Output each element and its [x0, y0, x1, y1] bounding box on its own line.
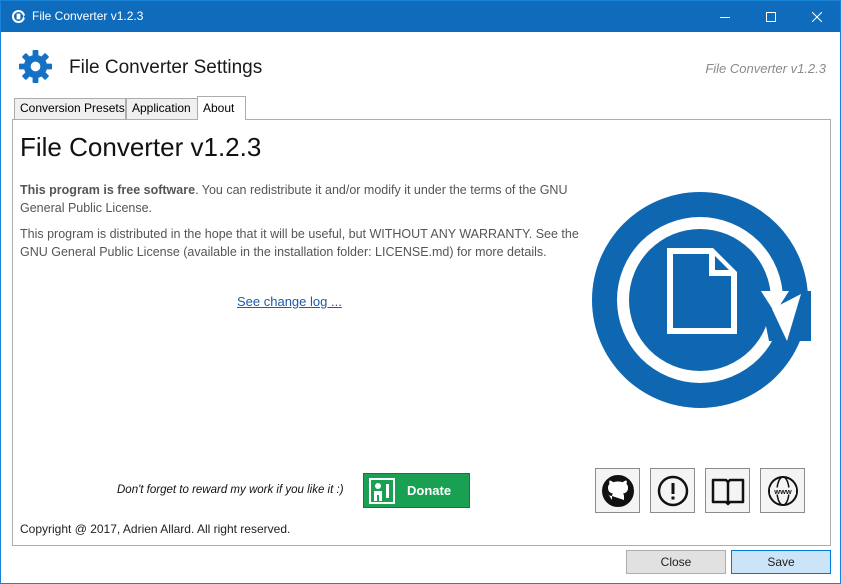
close-window-button[interactable] — [794, 1, 840, 32]
close-button[interactable]: Close — [626, 550, 726, 574]
tab-conversion-presets[interactable]: Conversion Presets — [14, 98, 126, 119]
window-title: File Converter v1.2.3 — [32, 9, 144, 23]
copyright-text: Copyright @ 2017, Adrien Allard. All rig… — [20, 522, 291, 536]
main-window: File Converter v1.2.3 File Converter Set… — [0, 0, 841, 584]
website-icon: www — [767, 475, 798, 506]
donate-icon — [369, 477, 395, 504]
reward-text: Don't forget to reward my work if you li… — [117, 484, 344, 496]
donate-button[interactable]: Donate — [363, 473, 470, 508]
tab-application[interactable]: Application — [126, 98, 198, 119]
about-title: File Converter v1.2.3 — [20, 132, 262, 162]
license-paragraph: This program is free software. You can r… — [20, 182, 580, 217]
minimize-icon — [720, 16, 730, 18]
header-version-label: File Converter v1.2.3 — [705, 61, 826, 76]
minimize-button[interactable] — [702, 1, 748, 32]
changelog-link[interactable]: See change log ... — [237, 294, 342, 309]
file-converter-logo-icon — [592, 192, 811, 408]
page-title: File Converter Settings — [69, 57, 263, 78]
issue-icon — [657, 475, 688, 506]
documentation-icon — [711, 478, 744, 505]
gear-icon — [18, 49, 53, 84]
website-button[interactable]: www — [760, 468, 805, 513]
app-logo-icon — [11, 9, 26, 24]
maximize-button[interactable] — [748, 1, 794, 32]
license-bold-text: This program is free software — [20, 183, 196, 197]
documentation-button[interactable] — [705, 468, 750, 513]
website-icon-text: www — [773, 487, 792, 496]
maximize-icon — [766, 11, 776, 22]
report-issue-button[interactable] — [650, 468, 695, 513]
close-icon — [812, 11, 822, 22]
donate-label: Donate — [407, 483, 452, 498]
warranty-paragraph: This program is distributed in the hope … — [20, 227, 579, 259]
github-button[interactable] — [595, 468, 640, 513]
title-bar[interactable]: File Converter v1.2.3 — [1, 1, 840, 32]
github-icon — [601, 474, 634, 507]
tab-about[interactable]: About — [197, 96, 246, 120]
save-button[interactable]: Save — [731, 550, 831, 574]
